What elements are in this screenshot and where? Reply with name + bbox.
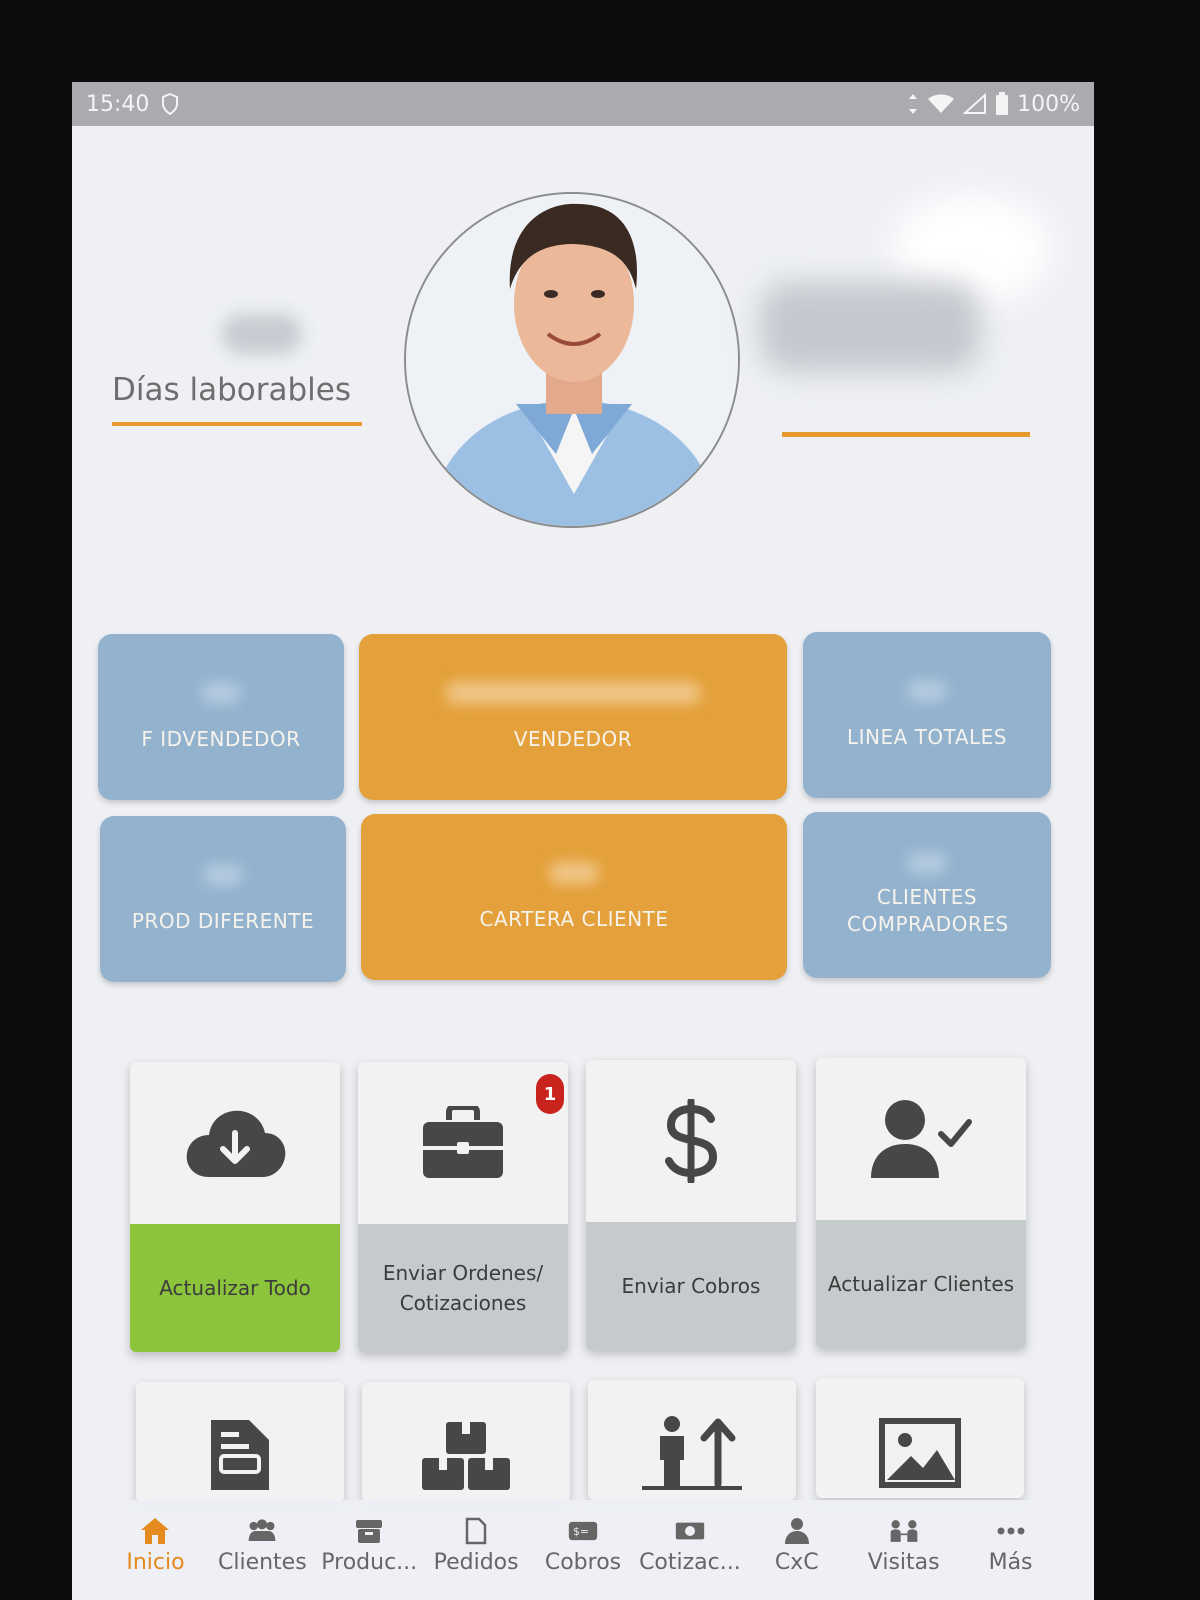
status-bar: 15:40 100% bbox=[72, 82, 1094, 126]
tile-cartera-cliente[interactable]: CARTERA CLIENTE bbox=[361, 814, 787, 980]
action-boxes-button[interactable] bbox=[362, 1382, 570, 1502]
name-underline bbox=[782, 432, 1030, 437]
nav-inicio[interactable]: Inicio bbox=[102, 1500, 209, 1600]
dollar-icon bbox=[665, 1099, 718, 1183]
file-icon bbox=[465, 1517, 487, 1545]
battery-percent: 100% bbox=[1017, 91, 1080, 117]
nav-pedidos[interactable]: Pedidos bbox=[423, 1500, 530, 1600]
nav-label: Más bbox=[988, 1550, 1033, 1575]
notification-badge: 1 bbox=[536, 1074, 564, 1114]
tile-clientes-compradores[interactable]: CLIENTES COMPRADORES bbox=[803, 812, 1051, 978]
device-frame: 15:40 100% Días laborables F IDVENDEDOR … bbox=[0, 0, 1200, 1600]
days-underline bbox=[112, 422, 362, 426]
user-name-blurred bbox=[740, 282, 1040, 382]
tile-label: CARTERA CLIENTE bbox=[479, 906, 669, 931]
app-screen: 15:40 100% Días laborables F IDVENDEDOR … bbox=[72, 82, 1094, 1600]
nav-label: Cobros bbox=[544, 1550, 622, 1575]
action-label: Enviar Cobros bbox=[586, 1222, 796, 1350]
svg-text:$=: $= bbox=[573, 1525, 589, 1538]
nav-label: Produc... bbox=[321, 1550, 418, 1575]
nav-cobros[interactable]: $= Cobros bbox=[530, 1500, 637, 1600]
data-arrows-icon bbox=[909, 94, 918, 114]
enviar-cobros-button[interactable]: Enviar Cobros bbox=[586, 1060, 796, 1350]
nav-label: Visitas bbox=[867, 1550, 940, 1575]
nav-label: Inicio bbox=[126, 1550, 185, 1575]
status-time: 15:40 bbox=[86, 91, 150, 117]
tile-label: CLIENTES COMPRADORES bbox=[847, 885, 1009, 936]
actualizar-todo-button[interactable]: Actualizar Todo bbox=[130, 1062, 340, 1352]
document-icon bbox=[211, 1420, 269, 1490]
nav-label: Clientes bbox=[217, 1550, 307, 1575]
action-image-button[interactable] bbox=[816, 1378, 1024, 1498]
tile-linea-totales[interactable]: LINEA TOTALES bbox=[803, 632, 1051, 798]
nav-mas[interactable]: Más bbox=[957, 1500, 1064, 1600]
nav-label: Cotizac... bbox=[639, 1550, 741, 1575]
tile-label: F IDVENDEDOR bbox=[141, 726, 301, 751]
days-block: Días laborables bbox=[112, 372, 362, 426]
people-icon bbox=[248, 1519, 276, 1541]
battery-icon bbox=[996, 92, 1009, 115]
user-check-icon bbox=[871, 1100, 972, 1178]
action-document-button[interactable] bbox=[136, 1382, 344, 1502]
money-icon: $= bbox=[568, 1521, 598, 1541]
nav-label: Pedidos bbox=[433, 1550, 519, 1575]
days-label: Días laborables bbox=[112, 372, 351, 408]
wifi-icon bbox=[928, 94, 955, 113]
tile-label: PROD DIFERENTE bbox=[131, 908, 315, 933]
enviar-ordenes-button[interactable]: Enviar Ordenes/ Cotizaciones 1 bbox=[358, 1062, 568, 1352]
avatar bbox=[404, 192, 740, 528]
tile-prod-diferente[interactable]: PROD DIFERENTE bbox=[100, 816, 346, 982]
signal-icon bbox=[963, 93, 987, 114]
box-icon bbox=[356, 1520, 383, 1543]
status-right: 100% bbox=[907, 92, 1080, 117]
home-icon bbox=[141, 1518, 170, 1544]
more-icon bbox=[997, 1527, 1025, 1535]
days-value-blurred bbox=[222, 314, 302, 354]
action-person-up-button[interactable] bbox=[588, 1380, 796, 1500]
visit-icon bbox=[890, 1520, 918, 1542]
action-label: Enviar Ordenes/ Cotizaciones bbox=[358, 1224, 568, 1352]
action-label: Actualizar Todo bbox=[130, 1224, 340, 1352]
tile-f-idvendedor[interactable]: F IDVENDEDOR bbox=[98, 634, 344, 800]
tile-label: VENDEDOR bbox=[513, 726, 633, 751]
tile-label: LINEA TOTALES bbox=[847, 724, 1007, 749]
cash-icon bbox=[675, 1522, 705, 1540]
person-icon bbox=[784, 1518, 809, 1544]
actualizar-clientes-button[interactable]: Actualizar Clientes bbox=[816, 1058, 1026, 1348]
image-icon bbox=[879, 1418, 961, 1488]
person-up-icon bbox=[642, 1416, 742, 1490]
bottom-nav: Inicio Clientes Produc... Pedidos $= Cob… bbox=[72, 1500, 1094, 1600]
nav-label: CxC bbox=[774, 1550, 819, 1575]
nav-visitas[interactable]: Visitas bbox=[850, 1500, 957, 1600]
nav-clientes[interactable]: Clientes bbox=[209, 1500, 316, 1600]
briefcase-icon bbox=[423, 1106, 503, 1178]
tile-vendedor[interactable]: VENDEDOR bbox=[359, 634, 787, 800]
boxes-icon bbox=[422, 1422, 510, 1490]
nav-cotizaciones[interactable]: Cotizac... bbox=[636, 1500, 743, 1600]
shield-icon bbox=[162, 93, 179, 115]
nav-productos[interactable]: Produc... bbox=[316, 1500, 423, 1600]
nav-cxc[interactable]: CxC bbox=[743, 1500, 850, 1600]
action-label: Actualizar Clientes bbox=[816, 1220, 1026, 1348]
avatar-photo bbox=[406, 194, 738, 526]
cloud-download-icon bbox=[186, 1110, 286, 1177]
